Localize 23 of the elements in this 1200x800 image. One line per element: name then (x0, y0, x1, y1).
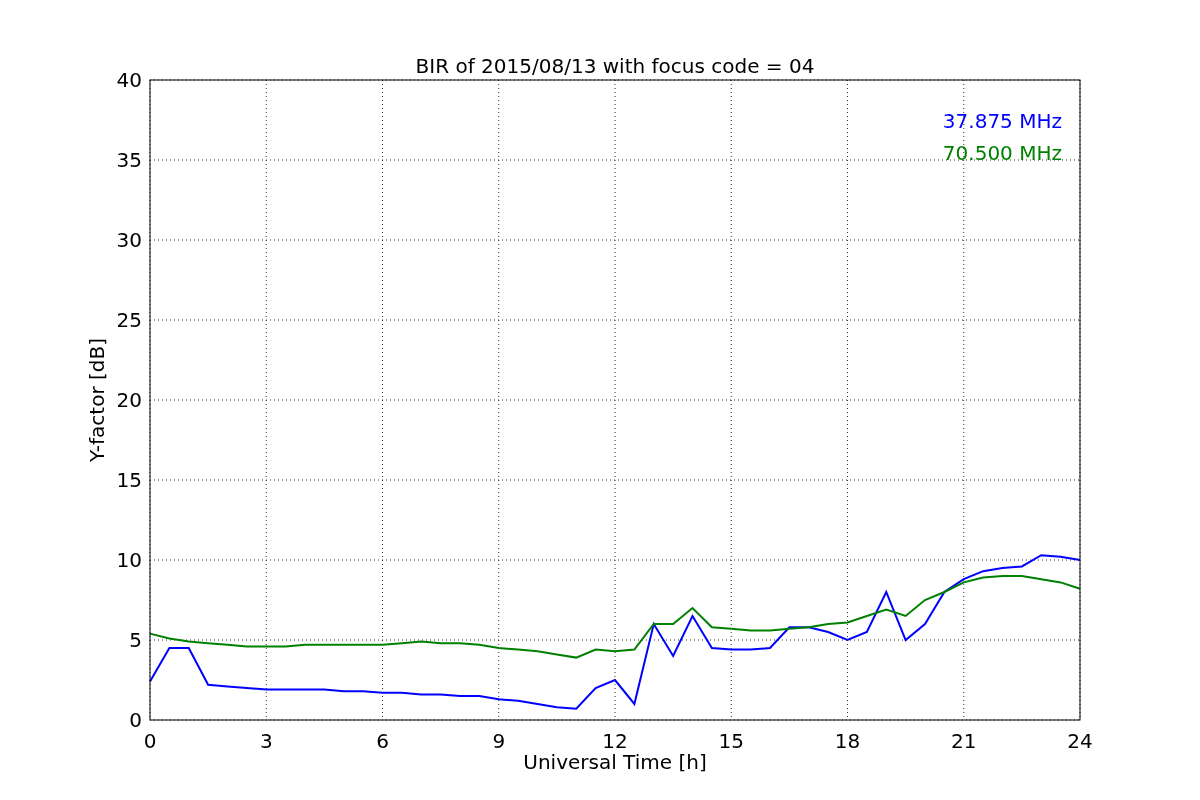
y-tick-label: 35 (116, 148, 142, 172)
y-tick-label: 30 (116, 228, 142, 252)
x-tick-label: 6 (376, 729, 389, 753)
legend-label: 70.500 MHz (942, 141, 1062, 165)
y-tick-label: 0 (129, 708, 142, 732)
y-tick-label: 5 (129, 628, 142, 652)
y-tick-label: 25 (116, 308, 142, 332)
x-tick-label: 12 (602, 729, 628, 753)
x-tick-label: 21 (951, 729, 977, 753)
x-axis-label: Universal Time [h] (523, 750, 707, 774)
x-tick-label: 3 (259, 729, 273, 753)
legend-label: 37.875 MHz (942, 109, 1062, 133)
y-tick-label: 10 (116, 548, 142, 572)
chart-title: BIR of 2015/08/13 with focus code = 04 (415, 54, 815, 78)
y-tick-label: 15 (116, 468, 142, 492)
y-tick-label: 20 (116, 388, 142, 412)
y-tick-label: 40 (116, 68, 142, 92)
x-tick-label: 9 (492, 729, 506, 753)
x-tick-label: 18 (834, 729, 861, 753)
x-tick-label: 24 (1067, 729, 1093, 753)
y-axis-label: Y-factor [dB] (85, 338, 109, 462)
x-tick-label: 0 (143, 729, 157, 753)
x-tick-label: 15 (718, 729, 744, 753)
